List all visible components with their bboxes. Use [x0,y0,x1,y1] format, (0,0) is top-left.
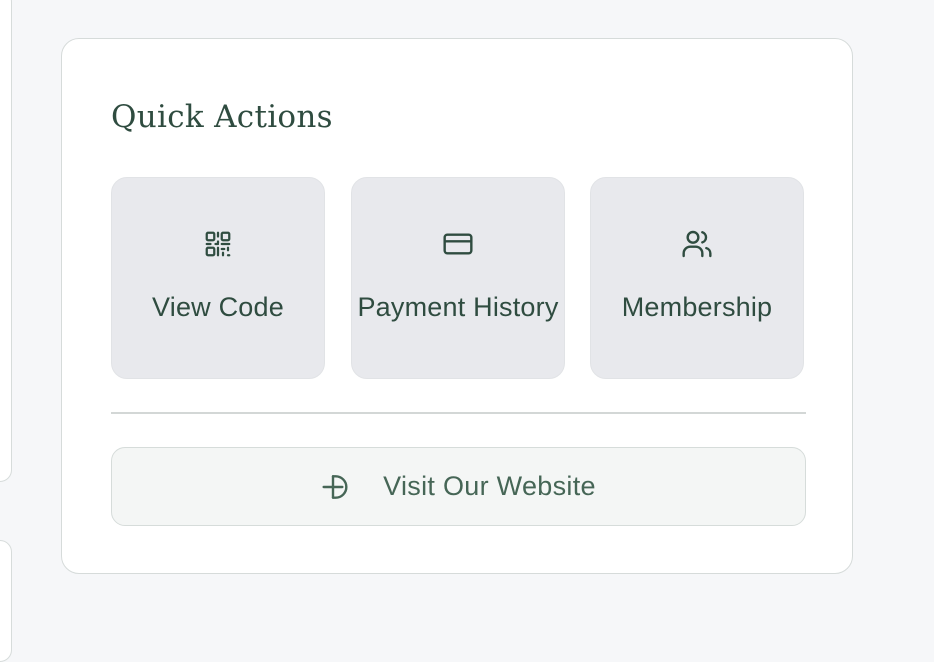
membership-button[interactable]: Membership [590,177,804,379]
quick-actions-card: Quick Actions View Code Payment History … [61,38,853,574]
payment-history-label: Payment History [357,292,559,322]
external-link-icon [321,471,353,503]
adjacent-card [0,540,12,662]
divider [111,412,806,414]
users-icon [681,228,713,260]
visit-website-button[interactable]: Visit Our Website [111,447,806,526]
card-title: Quick Actions [111,99,333,135]
qr-code-icon [202,228,234,260]
view-code-label: View Code [152,292,284,322]
credit-card-icon [442,228,474,260]
view-code-button[interactable]: View Code [111,177,325,379]
visit-website-label: Visit Our Website [383,471,596,501]
adjacent-card [0,0,12,482]
membership-label: Membership [621,292,773,322]
payment-history-button[interactable]: Payment History [351,177,565,379]
